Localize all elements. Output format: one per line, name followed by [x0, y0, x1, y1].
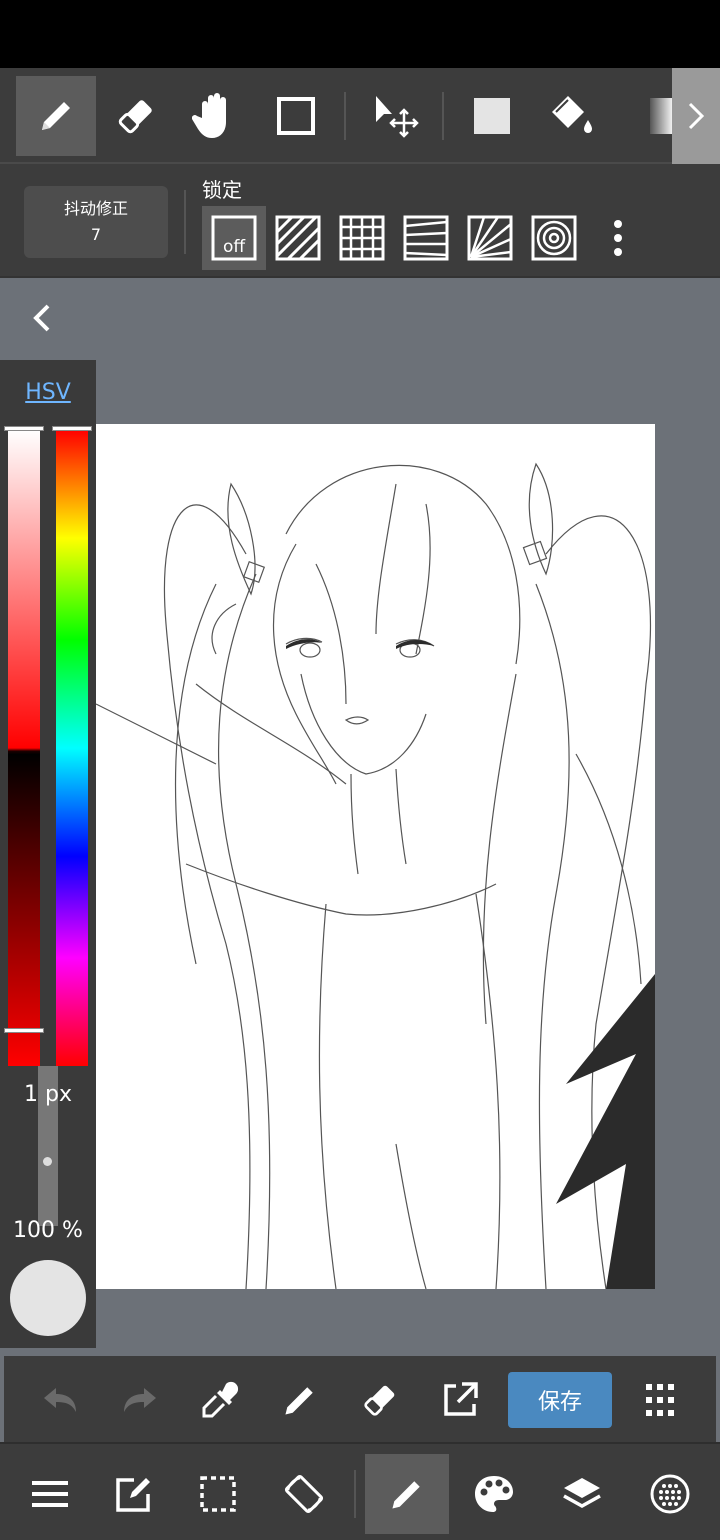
main-menu-button[interactable] — [8, 1454, 92, 1534]
move-tool-button[interactable] — [356, 76, 436, 156]
status-bar — [0, 0, 720, 68]
eyedropper-icon — [202, 1381, 239, 1418]
grid-icon — [339, 215, 385, 261]
eraser-tool-button[interactable] — [96, 76, 176, 156]
radial-lines-icon — [467, 215, 513, 261]
ruler-concentric-button[interactable] — [522, 206, 586, 270]
tool-scroll-right-button[interactable] — [672, 68, 720, 164]
hue-slider[interactable] — [56, 430, 88, 1066]
pen-tool-button[interactable] — [16, 76, 96, 156]
perspective-lines-icon — [403, 215, 449, 261]
saturation-value-slider[interactable] — [8, 430, 40, 1066]
color-palette-button[interactable] — [452, 1454, 536, 1534]
color-mode-tab[interactable]: HSV — [0, 360, 96, 424]
ruler-off-icon: off — [211, 215, 257, 261]
current-color-swatch[interactable] — [10, 1260, 86, 1336]
bucket-tool-button[interactable] — [532, 76, 612, 156]
pen-icon — [285, 1387, 313, 1415]
edit-button[interactable] — [92, 1454, 176, 1534]
stabilizer-value: 7 — [90, 225, 102, 244]
redo-button[interactable] — [110, 1370, 170, 1430]
action-bar: 保存 — [4, 1356, 716, 1442]
brush-size-dot — [43, 1157, 52, 1166]
ruler-parallel-button[interactable] — [266, 206, 330, 270]
square-outline-icon — [277, 97, 315, 135]
marquee-selection-icon — [200, 1476, 236, 1512]
hand-tool-button[interactable] — [176, 76, 256, 156]
ruler-radial-button[interactable] — [458, 206, 522, 270]
value-slider-handle[interactable] — [4, 1028, 44, 1033]
rotate-screen-icon — [284, 1474, 324, 1514]
opacity-label: 100 % — [13, 1218, 83, 1243]
workspace[interactable]: HSV 1 px 100 % — [0, 278, 720, 1356]
palette-icon — [475, 1476, 513, 1512]
eyedropper-button[interactable] — [190, 1370, 250, 1430]
pen-icon — [42, 102, 70, 130]
brush-panel-button[interactable] — [365, 1454, 449, 1534]
fill-rect-tool-button[interactable] — [452, 76, 532, 156]
drawing-canvas[interactable] — [96, 424, 655, 1289]
redo-icon — [124, 1388, 156, 1412]
paint-bucket-icon — [552, 96, 592, 133]
more-vertical-icon — [614, 220, 622, 256]
lock-label: 锁定 — [202, 178, 242, 202]
layers-button[interactable] — [540, 1454, 624, 1534]
selection-button[interactable] — [176, 1454, 260, 1534]
undo-button[interactable] — [30, 1370, 90, 1430]
rotate-canvas-button[interactable] — [262, 1454, 346, 1534]
layers-icon — [563, 1478, 601, 1509]
halftone-circle-icon — [650, 1474, 690, 1514]
share-external-icon — [444, 1382, 478, 1416]
chevron-right-icon — [688, 102, 705, 130]
undo-icon — [44, 1388, 76, 1412]
ruler-grid-button[interactable] — [330, 206, 394, 270]
eraser-icon — [364, 1385, 395, 1416]
ruler-off-text: off — [223, 237, 246, 257]
stabilizer-button[interactable]: 抖动修正 7 — [24, 186, 168, 258]
collapse-panel-button[interactable] — [24, 298, 60, 338]
brush-size-label: 1 px — [24, 1082, 72, 1107]
color-panel: HSV 1 px 100 % — [0, 360, 96, 1348]
ruler-off-button[interactable]: off — [202, 206, 266, 270]
hue-slider-handle[interactable] — [52, 426, 92, 431]
chevron-left-icon — [33, 304, 50, 332]
concentric-circles-icon — [531, 215, 577, 261]
eraser-icon — [118, 100, 152, 134]
materials-button[interactable] — [628, 1454, 712, 1534]
save-button[interactable]: 保存 — [508, 1372, 612, 1428]
rectangle-tool-button[interactable] — [256, 76, 336, 156]
filled-square-icon — [474, 98, 510, 134]
edit-square-icon — [116, 1478, 150, 1512]
ruler-perspective-button[interactable] — [394, 206, 458, 270]
bottom-nav — [0, 1442, 720, 1540]
move-arrow-icon — [376, 96, 419, 138]
pen-icon — [392, 1481, 420, 1509]
stabilizer-label: 抖动修正 — [63, 199, 128, 218]
line-art-illustration — [96, 462, 655, 1289]
hand-icon — [192, 93, 226, 138]
ruler-bar: 抖动修正 7 锁定 off — [0, 164, 720, 278]
quick-pen-button[interactable] — [270, 1370, 330, 1430]
saturation-slider-handle[interactable] — [4, 426, 44, 431]
grid-dots-icon — [646, 1384, 674, 1416]
share-button[interactable] — [430, 1370, 490, 1430]
tool-bar — [0, 68, 720, 164]
hamburger-menu-icon — [32, 1481, 68, 1507]
ruler-more-button[interactable] — [590, 206, 646, 270]
parallel-lines-icon — [275, 215, 321, 261]
menu-grid-button[interactable] — [630, 1370, 690, 1430]
quick-eraser-button[interactable] — [350, 1370, 410, 1430]
gradient-icon — [650, 98, 674, 134]
